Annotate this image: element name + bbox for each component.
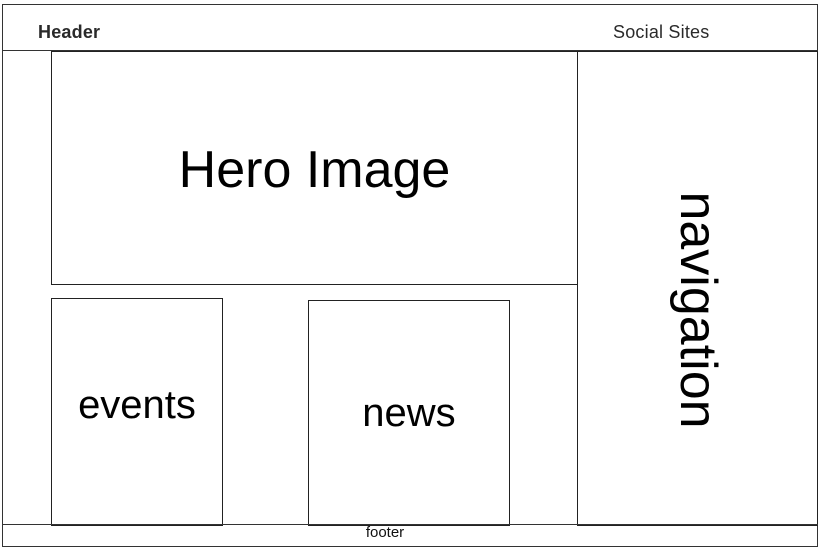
wireframe-canvas: Header Social Sites Hero Image navigatio…: [0, 0, 820, 553]
header-label: Header: [38, 22, 101, 42]
navigation-box: navigation: [577, 51, 818, 526]
social-sites-label: Social Sites: [613, 22, 710, 42]
events-box: events: [51, 298, 223, 526]
events-label: events: [78, 383, 196, 427]
hero-image-box: Hero Image: [51, 51, 578, 285]
news-label: news: [362, 391, 456, 435]
news-box: news: [308, 300, 510, 526]
navigation-label: navigation: [668, 191, 727, 429]
footer-label: footer: [365, 524, 405, 541]
hero-image-label: Hero Image: [178, 141, 451, 199]
